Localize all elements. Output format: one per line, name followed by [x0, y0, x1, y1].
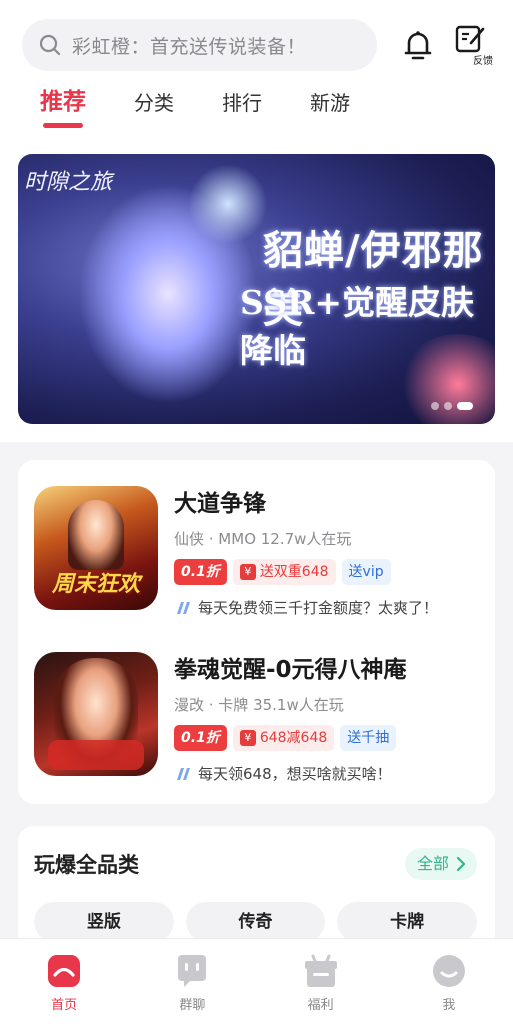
nav-profile-label: 我: [442, 998, 456, 1013]
category-chip-legend[interactable]: 传奇: [185, 902, 326, 942]
rebate-badge: ¥648减648: [232, 725, 335, 751]
top-area: 彩虹橙：首充送传说装备！ 反馈 推荐 分类 排行 新游 时隙之旅 貂蝉/伊邪那美…: [0, 0, 513, 442]
tab-new-games[interactable]: 新游: [310, 87, 350, 132]
search-bar[interactable]: 彩虹橙：首充送传说装备！: [22, 19, 377, 71]
carousel-dots: [431, 402, 473, 410]
banner-jellyfish-art: [188, 164, 268, 244]
rebate-badge: ¥ 送双重648: [232, 559, 336, 585]
slogan-text: 每天免费领三千打金额度？太爽了！: [198, 599, 439, 617]
game-title: 大道争锋: [174, 491, 266, 517]
game-info: 大道争锋 仙侠 · MMO 12.7w人在玩 0.1折 ¥ 送双重648 送vip…: [174, 486, 477, 618]
gift-badge: 送vip: [341, 559, 391, 585]
game-icon[interactable]: [34, 652, 158, 776]
carousel-dot-active[interactable]: [457, 402, 473, 410]
search-row: 彩虹橙：首充送传说装备！ 反馈: [0, 18, 513, 72]
game-tags: 0.1折 ¥648减648 送千抽: [174, 725, 477, 751]
chevron-right-icon: [456, 857, 466, 871]
category-chip-card[interactable]: 卡牌: [337, 902, 478, 942]
chat-icon: [178, 955, 207, 987]
profile-icon: [432, 955, 465, 987]
gift-icon: [304, 954, 337, 987]
feedback-label: 反馈: [473, 56, 493, 67]
top-tabs: 推荐 分类 排行 新游: [0, 72, 513, 132]
yen-icon: ¥: [239, 564, 256, 580]
game-icon-outfit: [48, 740, 144, 770]
category-chips: 竖版 传奇 卡牌: [34, 902, 478, 942]
carousel-dot[interactable]: [431, 402, 439, 410]
game-slogan: 每天领648，想买啥就买啥！: [174, 763, 477, 784]
game-meta: 仙侠 · MMO 12.7w人在玩: [174, 530, 352, 548]
category-title: 玩爆全品类: [34, 853, 139, 877]
search-placeholder: 彩虹橙：首充送传说装备！: [72, 35, 307, 58]
promo-banner[interactable]: 时隙之旅 貂蝉/伊邪那美 SSR+觉醒皮肤降临: [18, 154, 495, 424]
quote-icon: [177, 767, 190, 780]
game-slogan: 每天免费领三千打金额度？太爽了！: [174, 597, 477, 618]
game-item[interactable]: 周末狂欢 大道争锋 仙侠 · MMO 12.7w人在玩 0.1折 ¥ 送双重648…: [34, 486, 477, 618]
rebate-text: 送双重648: [259, 564, 329, 580]
gift-badge: 送千抽: [340, 725, 397, 751]
feedback-icon: [455, 25, 485, 53]
quote-icon: [177, 601, 190, 614]
search-icon: [39, 34, 61, 56]
view-all-button[interactable]: 全部: [404, 848, 477, 880]
slogan-text: 每天领648，想买啥就买啥！: [198, 765, 392, 783]
bell-icon[interactable]: [401, 28, 435, 62]
nav-welfare-label: 福利: [307, 998, 334, 1013]
feedback-button[interactable]: 反馈: [455, 25, 493, 67]
nav-chat[interactable]: 群聊: [128, 939, 256, 1024]
category-header: 玩爆全品类 全部: [34, 848, 477, 880]
category-chip-vertical[interactable]: 竖版: [34, 902, 174, 942]
game-icon-caption: 周末狂欢: [51, 572, 140, 597]
banner-game-logo: 时隙之旅: [24, 170, 113, 195]
yen-icon: ¥: [239, 730, 256, 746]
nav-chat-label: 群聊: [179, 998, 206, 1013]
banner-wrap: 时隙之旅 貂蝉/伊邪那美 SSR+觉醒皮肤降临: [0, 132, 513, 442]
game-icon-character: [68, 500, 124, 570]
game-tags: 0.1折 ¥ 送双重648 送vip: [174, 559, 477, 585]
nav-home[interactable]: 首页: [0, 939, 128, 1024]
nav-welfare[interactable]: 福利: [257, 939, 385, 1024]
discount-badge: 0.1折: [174, 559, 227, 585]
game-list-card: 周末狂欢 大道争锋 仙侠 · MMO 12.7w人在玩 0.1折 ¥ 送双重648…: [18, 460, 495, 804]
nav-home-label: 首页: [51, 998, 78, 1013]
game-item[interactable]: 拳魂觉醒-0元得八神庵 漫改 · 卡牌 35.1w人在玩 0.1折 ¥648减6…: [34, 652, 477, 784]
game-icon[interactable]: 周末狂欢: [34, 486, 158, 610]
discount-badge: 0.1折: [174, 725, 227, 751]
banner-subline: SSR+觉醒皮肤降临: [240, 283, 475, 370]
rebate-text: 648减648: [259, 730, 328, 746]
nav-profile[interactable]: 我: [385, 939, 513, 1024]
home-icon: [48, 955, 81, 987]
game-title: 拳魂觉醒-0元得八神庵: [174, 657, 407, 683]
bottom-nav: 首页 群聊 福利 我: [0, 938, 513, 1024]
game-meta: 漫改 · 卡牌 35.1w人在玩: [174, 696, 344, 714]
game-info: 拳魂觉醒-0元得八神庵 漫改 · 卡牌 35.1w人在玩 0.1折 ¥648减6…: [174, 652, 477, 784]
tab-recommend[interactable]: 推荐: [40, 82, 86, 132]
carousel-dot[interactable]: [444, 402, 452, 410]
tab-ranking[interactable]: 排行: [222, 87, 262, 132]
view-all-label: 全部: [416, 854, 449, 873]
tab-category[interactable]: 分类: [134, 87, 174, 132]
